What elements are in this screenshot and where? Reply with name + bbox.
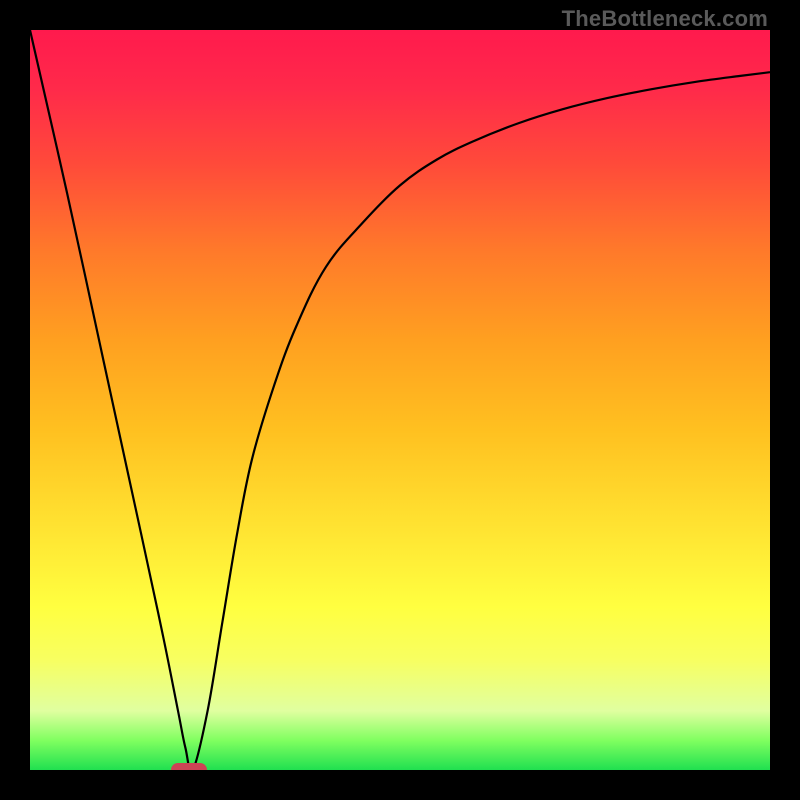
frame-left (0, 0, 30, 800)
watermark-text: TheBottleneck.com (562, 6, 768, 32)
plot-area (30, 30, 770, 770)
chart-container: TheBottleneck.com (0, 0, 800, 800)
frame-bottom (0, 770, 800, 800)
frame-right (770, 0, 800, 800)
